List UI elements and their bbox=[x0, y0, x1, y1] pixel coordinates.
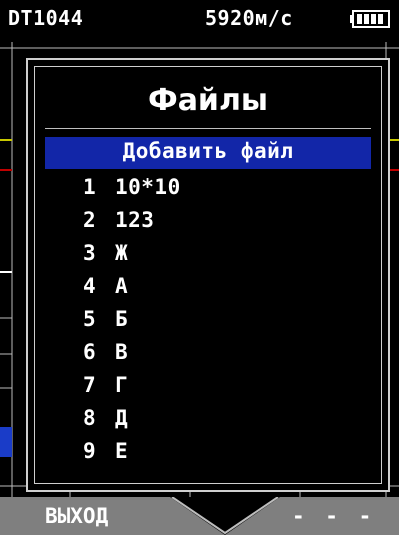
file-number: 8 bbox=[83, 406, 96, 430]
file-item[interactable]: 9 Е bbox=[35, 437, 381, 470]
file-number: 1 bbox=[83, 175, 96, 199]
file-name: 10*10 bbox=[115, 175, 181, 199]
file-item[interactable]: 6 В bbox=[35, 338, 381, 371]
softkey-bar: ВЫХОД - - - bbox=[0, 497, 399, 535]
file-name: Д bbox=[115, 406, 129, 430]
file-number: 4 bbox=[83, 274, 96, 298]
file-number: 3 bbox=[83, 241, 96, 265]
file-name: Б bbox=[115, 307, 129, 331]
file-name: Е bbox=[115, 439, 129, 463]
file-item[interactable]: 5 Б bbox=[35, 305, 381, 338]
dialog-frame: Файлы Добавить файл 1 10*10 2 123 3 Ж 4 … bbox=[34, 66, 382, 484]
file-item[interactable]: 2 123 bbox=[35, 206, 381, 239]
chevron-down-icon[interactable] bbox=[170, 497, 280, 535]
add-file-label: Добавить файл bbox=[122, 139, 294, 163]
file-item[interactable]: 7 Г bbox=[35, 371, 381, 404]
file-name: В bbox=[115, 340, 129, 364]
file-number: 6 bbox=[83, 340, 96, 364]
files-dialog: Файлы Добавить файл 1 10*10 2 123 3 Ж 4 … bbox=[26, 58, 390, 492]
file-item[interactable]: 1 10*10 bbox=[35, 173, 381, 206]
file-name: Г bbox=[115, 373, 129, 397]
dialog-title: Файлы bbox=[147, 83, 269, 118]
file-name: Ж bbox=[115, 241, 129, 265]
file-name: 123 bbox=[115, 208, 155, 232]
softkey-placeholder[interactable]: - - - bbox=[292, 504, 375, 528]
file-number: 2 bbox=[83, 208, 96, 232]
sound-velocity: 5920м/с bbox=[205, 6, 293, 30]
file-list: 1 10*10 2 123 3 Ж 4 А 5 Б 6 В 7 Г 8 Д 9 … bbox=[35, 173, 381, 470]
file-number: 9 bbox=[83, 439, 96, 463]
add-file-button[interactable]: Добавить файл bbox=[45, 137, 371, 169]
file-number: 5 bbox=[83, 307, 96, 331]
file-item[interactable]: 3 Ж bbox=[35, 239, 381, 272]
battery-full-icon bbox=[350, 10, 390, 28]
device-model: DT1044 bbox=[8, 6, 84, 30]
file-item[interactable]: 8 Д bbox=[35, 404, 381, 437]
status-bar: DT1044 5920м/с bbox=[0, 0, 399, 42]
file-number: 7 bbox=[83, 373, 96, 397]
title-divider bbox=[45, 128, 371, 129]
file-name: А bbox=[115, 274, 129, 298]
file-item[interactable]: 4 А bbox=[35, 272, 381, 305]
exit-button[interactable]: ВЫХОД bbox=[45, 504, 108, 528]
